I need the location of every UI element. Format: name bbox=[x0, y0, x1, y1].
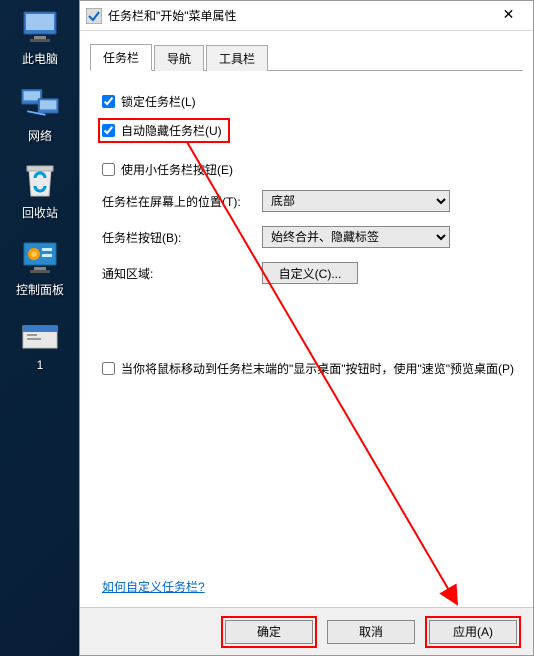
taskbar-tab-panel: 锁定任务栏(L) 自动隐藏任务栏(U) 使用小任务栏按钮(E) 任务栏在屏幕上的… bbox=[80, 71, 533, 607]
field-label: 通知区域: bbox=[102, 265, 262, 282]
taskbar-position-row: 任务栏在屏幕上的位置(T): 底部 bbox=[102, 190, 517, 212]
app-icon bbox=[86, 8, 102, 24]
tab-toolbars[interactable]: 工具栏 bbox=[206, 45, 268, 71]
cancel-button[interactable]: 取消 bbox=[327, 620, 415, 644]
field-label: 任务栏在屏幕上的位置(T): bbox=[102, 193, 262, 210]
tab-taskbar[interactable]: 任务栏 bbox=[90, 44, 152, 71]
peek-preview-checkbox[interactable]: 当你将鼠标移动到任务栏末端的"显示桌面"按钮时，使用"速览"预览桌面(P) bbox=[102, 360, 517, 377]
dialog-button-row: 确定 取消 应用(A) bbox=[80, 607, 533, 655]
desktop-icon-label: 此电脑 bbox=[5, 50, 75, 67]
help-link[interactable]: 如何自定义任务栏? bbox=[102, 578, 205, 595]
close-icon: ✕ bbox=[503, 6, 515, 22]
field-label: 任务栏按钮(B): bbox=[102, 229, 262, 246]
desktop-icon-control-panel[interactable]: 控制面板 bbox=[5, 239, 75, 298]
taskbar-buttons-select[interactable]: 始终合并、隐藏标签 bbox=[262, 226, 450, 248]
desktop-icon-recycle-bin[interactable]: 回收站 bbox=[5, 162, 75, 221]
desktop-icon-folder-1[interactable]: 1 bbox=[5, 316, 75, 372]
tab-strip: 任务栏 导航 工具栏 bbox=[90, 43, 523, 71]
autohide-taskbar-input[interactable] bbox=[102, 124, 115, 137]
taskbar-buttons-row: 任务栏按钮(B): 始终合并、隐藏标签 bbox=[102, 226, 517, 248]
desktop-icon-this-pc[interactable]: 此电脑 bbox=[5, 8, 75, 67]
desktop-icon-label: 回收站 bbox=[5, 204, 75, 221]
apply-button[interactable]: 应用(A) bbox=[429, 620, 517, 644]
taskbar-position-select[interactable]: 底部 bbox=[262, 190, 450, 212]
desktop: 此电脑 网络 回收站 控制面板 1 bbox=[0, 0, 80, 656]
network-icon bbox=[20, 85, 60, 123]
checkbox-label: 使用小任务栏按钮(E) bbox=[121, 161, 233, 178]
folder-icon bbox=[20, 316, 60, 354]
small-buttons-checkbox[interactable]: 使用小任务栏按钮(E) bbox=[102, 161, 517, 178]
lock-taskbar-checkbox[interactable]: 锁定任务栏(L) bbox=[102, 93, 517, 110]
desktop-icon-label: 控制面板 bbox=[5, 281, 75, 298]
annotation-highlight-ok: 确定 bbox=[221, 616, 317, 648]
lock-taskbar-input[interactable] bbox=[102, 95, 115, 108]
notification-area-row: 通知区域: 自定义(C)... bbox=[102, 262, 517, 284]
taskbar-properties-dialog: 任务栏和"开始"菜单属性 ✕ 任务栏 导航 工具栏 锁定任务栏(L) 自动隐藏任… bbox=[79, 0, 534, 656]
customize-notifications-button[interactable]: 自定义(C)... bbox=[262, 262, 358, 284]
small-buttons-input[interactable] bbox=[102, 163, 115, 176]
autohide-taskbar-checkbox[interactable]: 自动隐藏任务栏(U) bbox=[102, 122, 222, 139]
titlebar[interactable]: 任务栏和"开始"菜单属性 ✕ bbox=[80, 1, 533, 31]
tab-navigation[interactable]: 导航 bbox=[154, 45, 204, 71]
close-button[interactable]: ✕ bbox=[486, 2, 531, 30]
annotation-highlight-autohide: 自动隐藏任务栏(U) bbox=[98, 118, 230, 143]
checkbox-label: 锁定任务栏(L) bbox=[121, 93, 196, 110]
desktop-icon-network[interactable]: 网络 bbox=[5, 85, 75, 144]
control-panel-icon bbox=[20, 239, 60, 277]
dialog-title: 任务栏和"开始"菜单属性 bbox=[108, 7, 486, 24]
ok-button[interactable]: 确定 bbox=[225, 620, 313, 644]
annotation-highlight-apply: 应用(A) bbox=[425, 616, 521, 648]
desktop-icon-label: 1 bbox=[5, 358, 75, 372]
checkbox-label: 自动隐藏任务栏(U) bbox=[121, 122, 222, 139]
peek-preview-input[interactable] bbox=[102, 362, 115, 375]
recycle-bin-icon bbox=[20, 162, 60, 200]
computer-icon bbox=[20, 8, 60, 46]
checkbox-label: 当你将鼠标移动到任务栏末端的"显示桌面"按钮时，使用"速览"预览桌面(P) bbox=[121, 360, 514, 377]
desktop-icon-label: 网络 bbox=[5, 127, 75, 144]
